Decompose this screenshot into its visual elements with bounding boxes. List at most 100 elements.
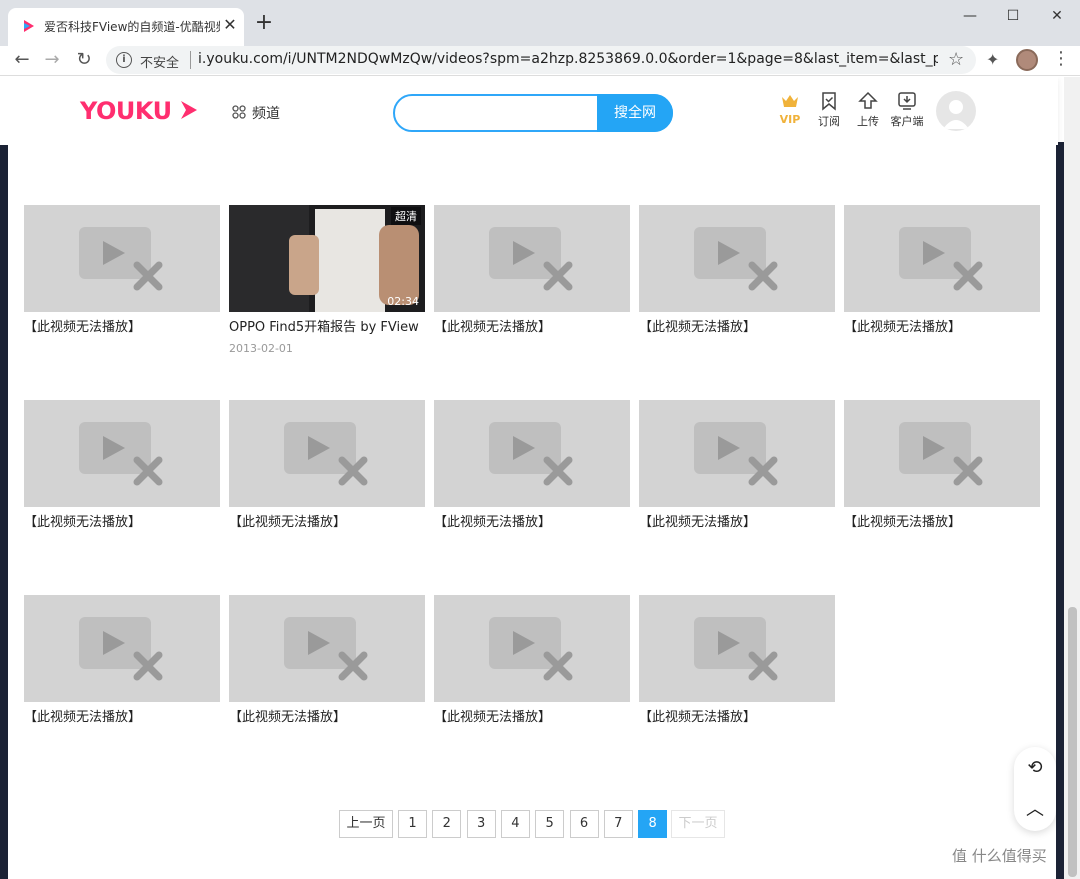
vip-link[interactable]: VIP bbox=[770, 91, 810, 126]
page-button-4[interactable]: 4 bbox=[500, 810, 530, 838]
page-right-edge bbox=[1056, 145, 1064, 879]
video-date: 2013-02-01 bbox=[229, 342, 293, 355]
search-button[interactable]: 搜全网 bbox=[597, 94, 673, 132]
video-card[interactable]: 【此视频无法播放】 bbox=[24, 595, 220, 728]
video-card[interactable]: 【此视频无法播放】 bbox=[24, 205, 220, 338]
video-thumbnail[interactable] bbox=[434, 400, 630, 507]
video-title[interactable]: 【此视频无法播放】 bbox=[434, 708, 630, 728]
video-card[interactable]: 【此视频无法播放】 bbox=[24, 400, 220, 533]
video-title[interactable]: 【此视频无法播放】 bbox=[639, 708, 835, 728]
page-button-1[interactable]: 1 bbox=[398, 810, 427, 838]
video-thumbnail[interactable] bbox=[229, 400, 425, 507]
insecure-label: 不安全 bbox=[140, 56, 180, 71]
page-button-8[interactable]: 8 bbox=[638, 810, 668, 838]
extensions-icon[interactable]: ✦ bbox=[986, 50, 999, 69]
video-card[interactable]: 【此视频无法播放】 bbox=[434, 595, 630, 728]
crown-icon bbox=[782, 95, 798, 107]
page-button-3[interactable]: 3 bbox=[466, 810, 496, 838]
url-text[interactable]: i.youku.com/i/UNTM2NDQwMzQw/videos?spm=a… bbox=[198, 51, 938, 67]
minimize-button[interactable]: — bbox=[955, 6, 985, 26]
scrollbar-thumb[interactable] bbox=[1068, 607, 1077, 877]
video-card[interactable]: 【此视频无法播放】 bbox=[844, 400, 1040, 533]
feedback-icon[interactable]: ⟲ bbox=[1014, 747, 1056, 789]
subscribe-label: 订阅 bbox=[818, 115, 840, 128]
browser-toolbar: ← → ↻ i 不安全 i.youku.com/i/UNTM2NDQwMzQw/… bbox=[0, 46, 1080, 76]
video-title[interactable]: 【此视频无法播放】 bbox=[229, 513, 425, 533]
bookmark-star-icon[interactable]: ☆ bbox=[948, 49, 964, 70]
video-unavailable-icon bbox=[899, 227, 983, 291]
video-title[interactable]: 【此视频无法播放】 bbox=[844, 513, 1040, 533]
floating-actions: ⟲ ︿ bbox=[1014, 747, 1056, 831]
video-thumbnail[interactable] bbox=[434, 205, 630, 312]
video-title[interactable]: OPPO Find5开箱报告 by FView bbox=[229, 318, 425, 338]
video-thumbnail[interactable] bbox=[229, 595, 425, 702]
client-link[interactable]: 客户端 bbox=[887, 91, 927, 129]
video-title[interactable]: 【此视频无法播放】 bbox=[639, 318, 835, 338]
video-card[interactable]: 【此视频无法播放】 bbox=[434, 400, 630, 533]
video-duration: 02:34 bbox=[387, 295, 419, 308]
video-thumbnail[interactable]: 超清 02:34 bbox=[229, 205, 425, 312]
video-card[interactable]: 【此视频无法播放】 bbox=[844, 205, 1040, 338]
video-unavailable-icon bbox=[489, 227, 573, 291]
profile-avatar[interactable] bbox=[1016, 49, 1038, 71]
video-thumbnail[interactable] bbox=[24, 595, 220, 702]
video-thumbnail[interactable] bbox=[639, 595, 835, 702]
channel-link[interactable]: 频道 bbox=[252, 103, 280, 123]
client-label: 客户端 bbox=[890, 115, 924, 128]
video-card[interactable]: 【此视频无法播放】 bbox=[434, 205, 630, 338]
prev-page-button[interactable]: 上一页 bbox=[339, 810, 393, 838]
video-unavailable-icon bbox=[489, 422, 573, 486]
address-bar[interactable]: i 不安全 i.youku.com/i/UNTM2NDQwMzQw/videos… bbox=[106, 46, 976, 74]
tab-title: 爱否科技FView的自频道-优酷视频 bbox=[44, 20, 220, 34]
video-title[interactable]: 【此视频无法播放】 bbox=[434, 513, 630, 533]
video-title[interactable]: 【此视频无法播放】 bbox=[844, 318, 1040, 338]
video-card[interactable]: 【此视频无法播放】 bbox=[229, 595, 425, 728]
hd-badge: 超清 bbox=[391, 207, 421, 225]
video-unavailable-icon bbox=[79, 617, 163, 681]
page-button-2[interactable]: 2 bbox=[432, 810, 462, 838]
forward-icon[interactable]: → bbox=[40, 48, 64, 72]
bookmark-icon bbox=[822, 92, 836, 111]
youku-logo[interactable]: YOUKU bbox=[80, 97, 172, 125]
video-thumbnail[interactable] bbox=[844, 205, 1040, 312]
page-button-7[interactable]: 7 bbox=[603, 810, 633, 838]
video-card[interactable]: 【此视频无法播放】 bbox=[639, 205, 835, 338]
video-thumbnail[interactable] bbox=[844, 400, 1040, 507]
video-thumbnail[interactable] bbox=[24, 205, 220, 312]
back-icon[interactable]: ← bbox=[10, 48, 34, 72]
url-divider bbox=[190, 51, 191, 69]
video-thumbnail[interactable] bbox=[24, 400, 220, 507]
video-unavailable-icon bbox=[79, 422, 163, 486]
video-title[interactable]: 【此视频无法播放】 bbox=[229, 708, 425, 728]
close-window-button[interactable]: ✕ bbox=[1042, 6, 1072, 26]
tab-close-icon[interactable]: ✕ bbox=[220, 15, 240, 35]
video-title[interactable]: 【此视频无法播放】 bbox=[639, 513, 835, 533]
video-thumbnail[interactable] bbox=[434, 595, 630, 702]
video-title[interactable]: 【此视频无法播放】 bbox=[24, 318, 220, 338]
subscribe-link[interactable]: 订阅 bbox=[809, 91, 849, 129]
maximize-button[interactable]: ☐ bbox=[998, 6, 1028, 26]
info-icon[interactable]: i bbox=[116, 52, 132, 68]
watermark: 值 什么值得买 bbox=[952, 847, 1047, 865]
upload-link[interactable]: 上传 bbox=[848, 91, 888, 129]
video-thumbnail[interactable] bbox=[639, 205, 835, 312]
user-avatar[interactable] bbox=[936, 91, 976, 131]
next-page-button[interactable]: 下一页 bbox=[671, 810, 725, 838]
page-button-6[interactable]: 6 bbox=[569, 810, 599, 838]
video-card[interactable]: 超清 02:34 OPPO Find5开箱报告 by FView 2013-02-01 bbox=[229, 205, 425, 355]
video-title[interactable]: 【此视频无法播放】 bbox=[24, 708, 220, 728]
reload-icon[interactable]: ↻ bbox=[72, 48, 96, 72]
browser-menu-icon[interactable]: ⋮ bbox=[1052, 48, 1070, 69]
video-card[interactable]: 【此视频无法播放】 bbox=[639, 400, 835, 533]
user-silhouette-icon bbox=[943, 100, 969, 129]
browser-tab[interactable]: 爱否科技FView的自频道-优酷视频 ✕ bbox=[8, 8, 244, 46]
back-to-top-icon[interactable]: ︿ bbox=[1014, 789, 1056, 831]
video-title[interactable]: 【此视频无法播放】 bbox=[24, 513, 220, 533]
video-thumbnail[interactable] bbox=[639, 400, 835, 507]
page-button-5[interactable]: 5 bbox=[535, 810, 565, 838]
video-card[interactable]: 【此视频无法播放】 bbox=[229, 400, 425, 533]
youku-favicon-icon bbox=[24, 20, 34, 32]
video-title[interactable]: 【此视频无法播放】 bbox=[434, 318, 630, 338]
new-tab-button[interactable]: + bbox=[252, 12, 276, 36]
video-card[interactable]: 【此视频无法播放】 bbox=[639, 595, 835, 728]
